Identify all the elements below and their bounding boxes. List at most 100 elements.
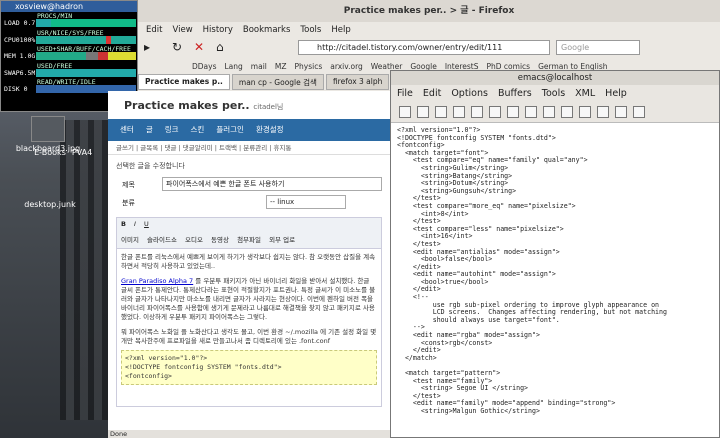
status-bar: Done bbox=[108, 430, 390, 438]
nav-skin[interactable]: 스킨 bbox=[191, 119, 205, 141]
desktop-icon-desktop-junk[interactable]: desktop.junk bbox=[10, 200, 90, 209]
post-paragraph: 뭐 파이어폭스 노화일 플 노화산다고 생각도 몰고, 이번 환경 ~/.moz… bbox=[121, 328, 377, 345]
xos-mem-row: MEM 1.0G USED+SHAR/BUFF/CACH/FREE bbox=[1, 45, 137, 62]
memory-meter bbox=[36, 52, 136, 60]
bookmark-item[interactable]: mail bbox=[251, 60, 267, 73]
menu-view[interactable]: View bbox=[172, 22, 192, 38]
post-paragraph: Gran Paradiso Alpha 7 를 우분투 패키지가 아닌 바이너리… bbox=[121, 277, 376, 321]
emacs-window[interactable]: emacs@localhost File Edit Options Buffer… bbox=[390, 70, 720, 438]
emacs-buffer[interactable]: <?xml version="1.0"?> <!DOCTYPE fontconf… bbox=[391, 125, 719, 438]
edit-notice: 선택한 글을 수정합니다 bbox=[116, 162, 185, 170]
xos-cpu-row: CPU0100% USR/NICE/SYS/FREE bbox=[1, 29, 137, 46]
forward-icon[interactable]: ▸ bbox=[144, 40, 150, 54]
blog-owner: citadel님 bbox=[253, 103, 284, 111]
search-icon[interactable] bbox=[579, 106, 591, 118]
post-link[interactable]: Gran Paradiso Alpha 7 bbox=[121, 277, 193, 285]
bookmark-item[interactable]: Physics bbox=[294, 60, 322, 73]
xosview-title: xosview@hadron bbox=[1, 1, 137, 12]
blog-header: Practice makes per.. citadel님 bbox=[108, 91, 390, 119]
code-block: <?xml version="1.0"?> <!DOCTYPE fontconf… bbox=[121, 350, 377, 385]
new-file-icon[interactable] bbox=[399, 106, 411, 118]
menu-edit[interactable]: Edit bbox=[146, 22, 162, 38]
search-input[interactable]: Google bbox=[556, 40, 640, 55]
emacs-menu-xml[interactable]: XML bbox=[575, 85, 595, 103]
insert-image-button[interactable]: 이미지 bbox=[121, 234, 139, 244]
preferences-icon[interactable] bbox=[615, 106, 627, 118]
help-icon[interactable] bbox=[633, 106, 645, 118]
cpu-meter bbox=[36, 35, 136, 44]
window-title: Practice makes per.. > 글 - Firefox bbox=[138, 0, 720, 22]
post-paragraph: 한글 폰트를 리눅스에서 예쁘게 보이게 하기가 생각보다 쉽지는 않다. 참 … bbox=[121, 253, 376, 270]
desktop-icon-pva4[interactable]: PVA4 bbox=[60, 148, 104, 157]
emacs-menu-edit[interactable]: Edit bbox=[423, 85, 441, 103]
emacs-menu-file[interactable]: File bbox=[397, 85, 413, 103]
menu-history[interactable]: History bbox=[203, 22, 233, 38]
post-editor[interactable]: 한글 폰트를 리눅스에서 예쁘게 보이게 하기가 생각보다 쉽지는 않다. 참 … bbox=[116, 249, 382, 407]
blog-subnav[interactable]: 글쓰기 | 글목록 | 댓글 | 댓글알리미 | 트랙백 | 분류관리 | 휴지… bbox=[108, 141, 390, 155]
category-select[interactable]: -- linux bbox=[266, 195, 346, 209]
print-icon[interactable] bbox=[597, 106, 609, 118]
menu-bookmarks[interactable]: Bookmarks bbox=[243, 22, 291, 38]
blog-nav: 센터 글 링크 스킨 플러그인 환경설정 bbox=[108, 119, 390, 141]
firefox-menubar: Edit View History Bookmarks Tools Help bbox=[138, 22, 720, 38]
bookmark-item[interactable]: Lang bbox=[225, 60, 243, 73]
menu-tools[interactable]: Tools bbox=[300, 22, 321, 38]
nav-post[interactable]: 글 bbox=[146, 119, 153, 141]
reload-icon[interactable]: ↻ bbox=[172, 40, 182, 54]
copy-icon[interactable] bbox=[543, 106, 555, 118]
nav-settings[interactable]: 환경설정 bbox=[256, 119, 284, 141]
desktop-icon-label: PVA4 bbox=[71, 148, 93, 157]
xos-swap-row: SWAP6.5M USED/FREE bbox=[1, 62, 137, 79]
navigation-toolbar: ▸ ↻ ✕ ⌂ http://citadel.tistory.com/owner… bbox=[138, 38, 720, 58]
attach-file-button[interactable]: 첨부파일 bbox=[237, 234, 261, 244]
italic-button[interactable]: I bbox=[134, 220, 136, 228]
cut-icon[interactable] bbox=[525, 106, 537, 118]
emacs-toolbar bbox=[391, 103, 719, 123]
bold-button[interactable]: B bbox=[121, 220, 126, 228]
insert-slideshow-button[interactable]: 슬라이드쇼 bbox=[147, 234, 177, 244]
category-label: 분류 bbox=[122, 199, 135, 207]
emacs-menu-options[interactable]: Options bbox=[451, 85, 488, 103]
nav-link[interactable]: 링크 bbox=[165, 119, 179, 141]
desktop-icon-label: desktop.junk bbox=[24, 200, 76, 209]
format-controls: B I U bbox=[121, 220, 377, 234]
tab-google-search[interactable]: man cp - Google 검색 bbox=[231, 74, 324, 90]
bookmark-item[interactable]: arxiv.org bbox=[330, 60, 363, 73]
title-input[interactable]: 파이어폭스에서 예쁜 한글 폰트 사용하기 bbox=[162, 177, 382, 191]
title-row: 제목 파이어폭스에서 예쁜 한글 폰트 사용하기 bbox=[116, 177, 382, 193]
image-file-icon bbox=[31, 116, 65, 142]
open-file-icon[interactable] bbox=[417, 106, 429, 118]
bookmark-item[interactable]: DDays bbox=[192, 60, 217, 73]
undo-icon[interactable] bbox=[507, 106, 519, 118]
emacs-menu-buffers[interactable]: Buffers bbox=[498, 85, 532, 103]
xos-load-row: LOAD 0.7 PROCS/MIN bbox=[1, 12, 137, 29]
category-row: 분류 -- linux bbox=[116, 195, 382, 211]
insert-audio-button[interactable]: 오디오 bbox=[185, 234, 203, 244]
emacs-title: emacs@localhost bbox=[391, 71, 719, 85]
save-as-icon[interactable] bbox=[489, 106, 501, 118]
save-icon[interactable] bbox=[471, 106, 483, 118]
external-upload-button[interactable]: 외부 업로 bbox=[269, 234, 295, 244]
emacs-menu-tools[interactable]: Tools bbox=[542, 85, 565, 103]
tab-firefox-alpha[interactable]: firefox 3 alph bbox=[325, 74, 390, 90]
emacs-menu-help[interactable]: Help bbox=[605, 85, 627, 103]
nav-center[interactable]: 센터 bbox=[120, 119, 134, 141]
stop-icon[interactable]: ✕ bbox=[194, 40, 204, 54]
nav-plugin[interactable]: 플러그인 bbox=[216, 119, 244, 141]
close-icon[interactable] bbox=[453, 106, 465, 118]
menu-help[interactable]: Help bbox=[331, 22, 350, 38]
insert-video-button[interactable]: 동영상 bbox=[211, 234, 229, 244]
paste-icon[interactable] bbox=[561, 106, 573, 118]
load-meter bbox=[36, 19, 136, 27]
open-dir-icon[interactable] bbox=[435, 106, 447, 118]
home-icon[interactable]: ⌂ bbox=[216, 40, 224, 54]
editor-toolbar: B I U 이미지 슬라이드쇼 오디오 동영상 첨부파일 외부 업로 bbox=[116, 217, 382, 249]
emacs-menubar: File Edit Options Buffers Tools XML Help bbox=[391, 85, 719, 103]
bookmark-item[interactable]: MZ bbox=[275, 60, 287, 73]
title-label: 제목 bbox=[122, 181, 135, 189]
blog-title[interactable]: Practice makes per.. bbox=[124, 99, 250, 112]
underline-button[interactable]: U bbox=[144, 220, 149, 228]
tab-practice-makes[interactable]: Practice makes p.. bbox=[138, 74, 230, 90]
url-bar[interactable]: http://citadel.tistory.com/owner/entry/e… bbox=[298, 40, 550, 55]
page-content: Practice makes per.. citadel님 센터 글 링크 스킨… bbox=[108, 91, 390, 431]
